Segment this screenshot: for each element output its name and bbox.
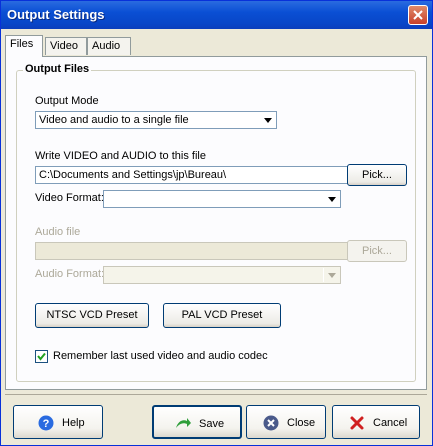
tab-audio[interactable]: Audio bbox=[87, 37, 131, 55]
cancel-x-icon bbox=[350, 416, 364, 430]
audio-format-label: Audio Format: bbox=[35, 268, 105, 280]
remember-codec-checkbox[interactable] bbox=[35, 350, 48, 363]
chevron-down-icon[interactable] bbox=[323, 192, 339, 206]
output-mode-select[interactable]: Video and audio to a single file bbox=[35, 111, 277, 129]
help-button[interactable]: ? Help bbox=[13, 405, 103, 439]
chevron-down-icon[interactable] bbox=[259, 113, 275, 127]
pal-vcd-preset-button[interactable]: PAL VCD Preset bbox=[163, 303, 281, 328]
output-mode-label: Output Mode bbox=[35, 95, 99, 107]
window-title: Output Settings bbox=[7, 7, 105, 22]
group-title: Output Files bbox=[23, 63, 92, 75]
tab-files-label: Files bbox=[10, 38, 34, 50]
close-label: Close bbox=[287, 417, 316, 429]
window-close-button[interactable] bbox=[408, 5, 428, 25]
title-bar[interactable]: Output Settings bbox=[1, 1, 432, 29]
audio-file-label: Audio file bbox=[35, 226, 81, 238]
video-format-label: Video Format: bbox=[35, 192, 104, 204]
help-label: Help bbox=[62, 417, 85, 429]
save-label: Save bbox=[199, 418, 225, 430]
tab-video[interactable]: Video bbox=[45, 37, 87, 55]
files-tab-panel: Output Files Output Mode Video and audio… bbox=[5, 56, 427, 390]
ntsc-vcd-preset-button[interactable]: NTSC VCD Preset bbox=[35, 303, 149, 328]
save-arrow-icon bbox=[176, 418, 191, 428]
output-files-group: Output Files Output Mode Video and audio… bbox=[16, 63, 416, 382]
output-path-value: C:\Documents and Settings\jp\Bureau\ bbox=[39, 169, 227, 181]
output-settings-window: Output Settings Files Video Audio Output… bbox=[0, 0, 433, 446]
pick-output-label: Pick... bbox=[362, 169, 392, 181]
remember-codec-label[interactable]: Remember last used video and audio codec bbox=[53, 350, 268, 362]
cancel-button[interactable]: Cancel bbox=[332, 405, 420, 439]
pick-audio-button[interactable]: Pick... bbox=[347, 240, 407, 262]
video-format-select[interactable] bbox=[103, 190, 341, 208]
svg-text:?: ? bbox=[43, 418, 50, 430]
pick-audio-label: Pick... bbox=[362, 245, 392, 257]
pal-preset-label: PAL VCD Preset bbox=[181, 309, 263, 321]
output-mode-value: Video and audio to a single file bbox=[39, 114, 189, 126]
footer-separator bbox=[5, 394, 427, 395]
close-circle-icon bbox=[263, 415, 279, 431]
pick-output-button[interactable]: Pick... bbox=[347, 164, 407, 186]
tab-video-label: Video bbox=[50, 40, 78, 52]
save-button[interactable]: Save bbox=[152, 405, 242, 439]
tab-audio-label: Audio bbox=[92, 40, 121, 52]
close-button[interactable]: Close bbox=[246, 405, 326, 439]
audio-file-field[interactable] bbox=[35, 242, 349, 260]
chevron-down-icon[interactable] bbox=[323, 268, 339, 282]
ntsc-preset-label: NTSC VCD Preset bbox=[46, 309, 138, 321]
close-x-icon bbox=[413, 10, 423, 20]
checkmark-icon bbox=[37, 352, 46, 361]
tab-files[interactable]: Files bbox=[5, 35, 43, 57]
cancel-label: Cancel bbox=[373, 417, 408, 429]
write-file-label: Write VIDEO and AUDIO to this file bbox=[35, 150, 206, 162]
help-icon: ? bbox=[38, 415, 54, 431]
audio-format-select[interactable] bbox=[103, 266, 341, 284]
output-path-field[interactable]: C:\Documents and Settings\jp\Bureau\ bbox=[35, 166, 349, 184]
